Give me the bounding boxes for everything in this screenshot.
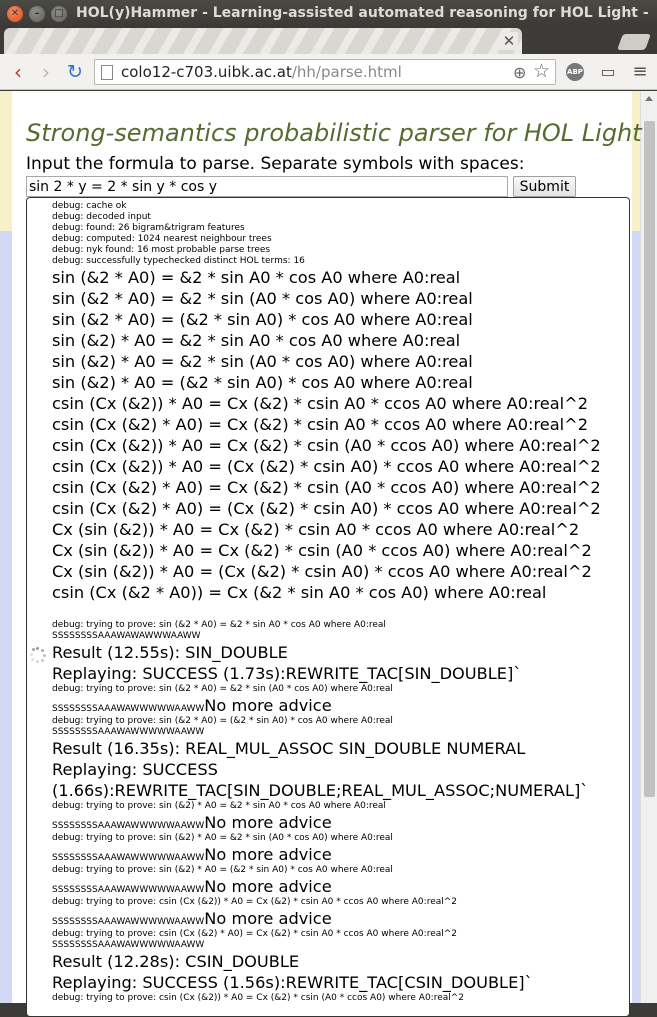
instruction-text: Input the formula to parse. Separate sym…: [26, 154, 525, 174]
proof-code: SSSSSSSSAAAWAWWWWWAAWW: [52, 727, 205, 737]
page-icon: [101, 65, 113, 80]
vertical-scrollbar[interactable]: [640, 91, 657, 1003]
cast-icon[interactable]: ▭: [596, 60, 620, 84]
no-advice-text: No more advice: [204, 845, 332, 864]
proof-result: Result (16.35s): REAL_MUL_ASSOC SIN_DOUB…: [52, 739, 526, 758]
window-titlebar: ✕ – □ HOL(y)Hammer - Learning-assisted a…: [0, 0, 657, 28]
formula-input[interactable]: [26, 176, 508, 197]
page-viewport: Strong-semantics probabilistic parser fo…: [0, 91, 657, 1017]
parsed-term: csin (Cx (&2)) * A0 = Cx (&2) * csin A0 …: [52, 394, 589, 413]
zoom-icon[interactable]: ⊕: [513, 61, 526, 85]
url-path: /hh/parse.html: [291, 63, 402, 81]
parsed-term: csin (Cx (&2) * A0) = (Cx (&2) * csin A0…: [52, 499, 601, 518]
hamburger-menu-icon[interactable]: ≡: [628, 60, 652, 84]
parsed-term: Cx (sin (&2)) * A0 = Cx (&2) * csin (A0 …: [52, 541, 592, 560]
new-tab-button[interactable]: [617, 34, 651, 50]
parsed-term: sin (&2 * A0) = &2 * sin A0 * cos A0 whe…: [52, 268, 461, 287]
tab-strip: ✕: [0, 28, 657, 54]
url-host: colo12-c703.uibk.ac.at: [121, 63, 292, 81]
parsed-term: csin (Cx (&2)) * A0 = Cx (&2) * csin (A0…: [52, 436, 601, 455]
proof-code: SSSSSSSSAAAWAWAWWWAAWW: [52, 631, 201, 641]
proof-code: SSSSSSSSAAAWAWWWWWAAWW: [52, 853, 205, 863]
reload-icon[interactable]: ↻: [63, 60, 87, 84]
proof-code: SSSSSSSSAAAWAWWWWWAAWW: [52, 821, 205, 831]
proof-debug-line: debug: trying to prove: sin (&2) * A0 = …: [52, 865, 393, 875]
proof-debug-line: debug: trying to prove: csin (Cx (&2)) *…: [52, 993, 465, 1003]
proof-code: SSSSSSSSAAAWAWWWWWAAWW: [52, 885, 205, 895]
proof-debug-line: debug: trying to prove: sin (&2) * A0 = …: [52, 801, 386, 811]
loading-spinner-icon: [30, 647, 46, 663]
debug-line: debug: computed: 1024 nearest neighbour …: [52, 234, 272, 244]
proof-debug-line: debug: trying to prove: sin (&2 * A0) = …: [52, 716, 393, 726]
proof-debug-line: debug: trying to prove: csin (Cx (&2) * …: [52, 929, 458, 939]
scrollbar-thumb[interactable]: [644, 121, 655, 797]
proof-code: SSSSSSSSAAAWAWWWWWAAWW: [52, 917, 205, 927]
proof-status-line: SSSSSSSSAAAWAWWWWWAAWWNo more advice: [52, 812, 629, 833]
parsed-term: sin (&2 * A0) = (&2 * sin A0) * cos A0 w…: [52, 310, 473, 329]
no-advice-text: No more advice: [204, 909, 332, 928]
proof-debug-line: debug: trying to prove: sin (&2) * A0 = …: [52, 833, 393, 843]
scroll-up-icon[interactable]: [645, 96, 653, 101]
browser-tab[interactable]: ✕: [4, 28, 522, 54]
browser-toolbar: ‹ › ↻ colo12-c703.uibk.ac.at/hh/parse.ht…: [0, 54, 657, 90]
parsed-term: sin (&2) * A0 = (&2 * sin A0) * cos A0 w…: [52, 373, 473, 392]
star-icon[interactable]: ☆: [533, 59, 550, 83]
page-title: Strong-semantics probabilistic parser fo…: [26, 119, 642, 147]
page-content: Strong-semantics probabilistic parser fo…: [26, 91, 642, 1017]
parsed-term: csin (Cx (&2 * A0)) = Cx (&2 * sin A0 * …: [52, 583, 547, 602]
output-content: debug: cache ok debug: decoded input deb…: [52, 201, 629, 1004]
proof-debug-line: debug: trying to prove: sin (&2 * A0) = …: [52, 620, 386, 630]
output-spacer: [52, 603, 629, 620]
window-title: HOL(y)Hammer - Learning-assisted automat…: [76, 5, 652, 21]
tab-close-icon[interactable]: ✕: [500, 32, 518, 50]
debug-line: debug: cache ok: [52, 201, 127, 211]
proof-replay: Replaying: SUCCESS (1.56s):REWRITE_TAC[C…: [52, 973, 533, 992]
debug-line: debug: decoded input: [52, 212, 151, 222]
proof-status-line: SSSSSSSSAAAWAWWWWWAAWWNo more advice: [52, 844, 629, 865]
proof-status-line: SSSSSSSSAAAWAWWWWWAAWWNo more advice: [52, 695, 629, 716]
parsed-term: Cx (sin (&2)) * A0 = (Cx (&2) * csin A0)…: [52, 562, 592, 581]
proof-result: Result (12.55s): SIN_DOUBLE: [52, 643, 288, 662]
proof-debug-line: debug: trying to prove: sin (&2 * A0) = …: [52, 684, 393, 694]
no-advice-text: No more advice: [204, 813, 332, 832]
proof-code: SSSSSSSSAAAWAWWWWWAAWW: [52, 704, 205, 714]
no-advice-text: No more advice: [204, 696, 332, 715]
parsed-term: sin (&2) * A0 = &2 * sin A0 * cos A0 whe…: [52, 331, 461, 350]
right-decoration-strip: [632, 91, 640, 1003]
debug-line: debug: successfully typechecked distinct…: [52, 256, 305, 266]
proof-status-line: SSSSSSSSAAAWAWWWWWAAWWNo more advice: [52, 876, 629, 897]
back-arrow-icon[interactable]: ‹: [6, 60, 30, 84]
proof-replay: Replaying: SUCCESS (1.73s):REWRITE_TAC[S…: [52, 664, 522, 683]
no-advice-text: No more advice: [204, 877, 332, 896]
url-text[interactable]: colo12-c703.uibk.ac.at/hh/parse.html: [121, 60, 402, 84]
proof-status-line: SSSSSSSSAAAWAWWWWWAAWWNo more advice: [52, 908, 629, 929]
proof-code: SSSSSSSSAAAWAWWWWWAAWW: [52, 940, 205, 950]
proof-result: Result (12.28s): CSIN_DOUBLE: [52, 952, 300, 971]
parsed-term: csin (Cx (&2)) * A0 = (Cx (&2) * csin A0…: [52, 457, 601, 476]
adblock-icon[interactable]: ABP: [566, 63, 584, 81]
proof-replay: Replaying: SUCCESS: [52, 760, 218, 779]
submit-button[interactable]: Submit: [513, 176, 576, 197]
parsed-term: Cx (sin (&2)) * A0 = Cx (&2) * csin A0 *…: [52, 520, 580, 539]
window-maximize-button[interactable]: □: [51, 6, 67, 22]
parsed-term: csin (Cx (&2) * A0) = Cx (&2) * csin (A0…: [52, 478, 601, 497]
forward-arrow-icon[interactable]: ›: [34, 60, 58, 84]
parsed-term: sin (&2) * A0 = &2 * sin (A0 * cos A0) w…: [52, 352, 473, 371]
parser-output-box: debug: cache ok debug: decoded input deb…: [26, 197, 630, 1017]
proof-debug-line: debug: trying to prove: csin (Cx (&2)) *…: [52, 897, 458, 907]
window-minimize-button[interactable]: –: [29, 6, 45, 22]
left-decoration-strip: [0, 91, 12, 1003]
debug-line: debug: found: 26 bigram&trigram features: [52, 223, 245, 233]
address-bar[interactable]: colo12-c703.uibk.ac.at/hh/parse.html ⊕ ☆: [94, 59, 556, 85]
window-close-button[interactable]: ✕: [7, 6, 23, 22]
parsed-term: csin (Cx (&2) * A0) = Cx (&2) * csin A0 …: [52, 415, 589, 434]
parsed-term: sin (&2 * A0) = &2 * sin (A0 * cos A0) w…: [52, 289, 473, 308]
proof-replay: (1.66s):REWRITE_TAC[SIN_DOUBLE;REAL_MUL_…: [52, 781, 589, 800]
debug-line: debug: nyk found: 16 most probable parse…: [52, 245, 271, 255]
